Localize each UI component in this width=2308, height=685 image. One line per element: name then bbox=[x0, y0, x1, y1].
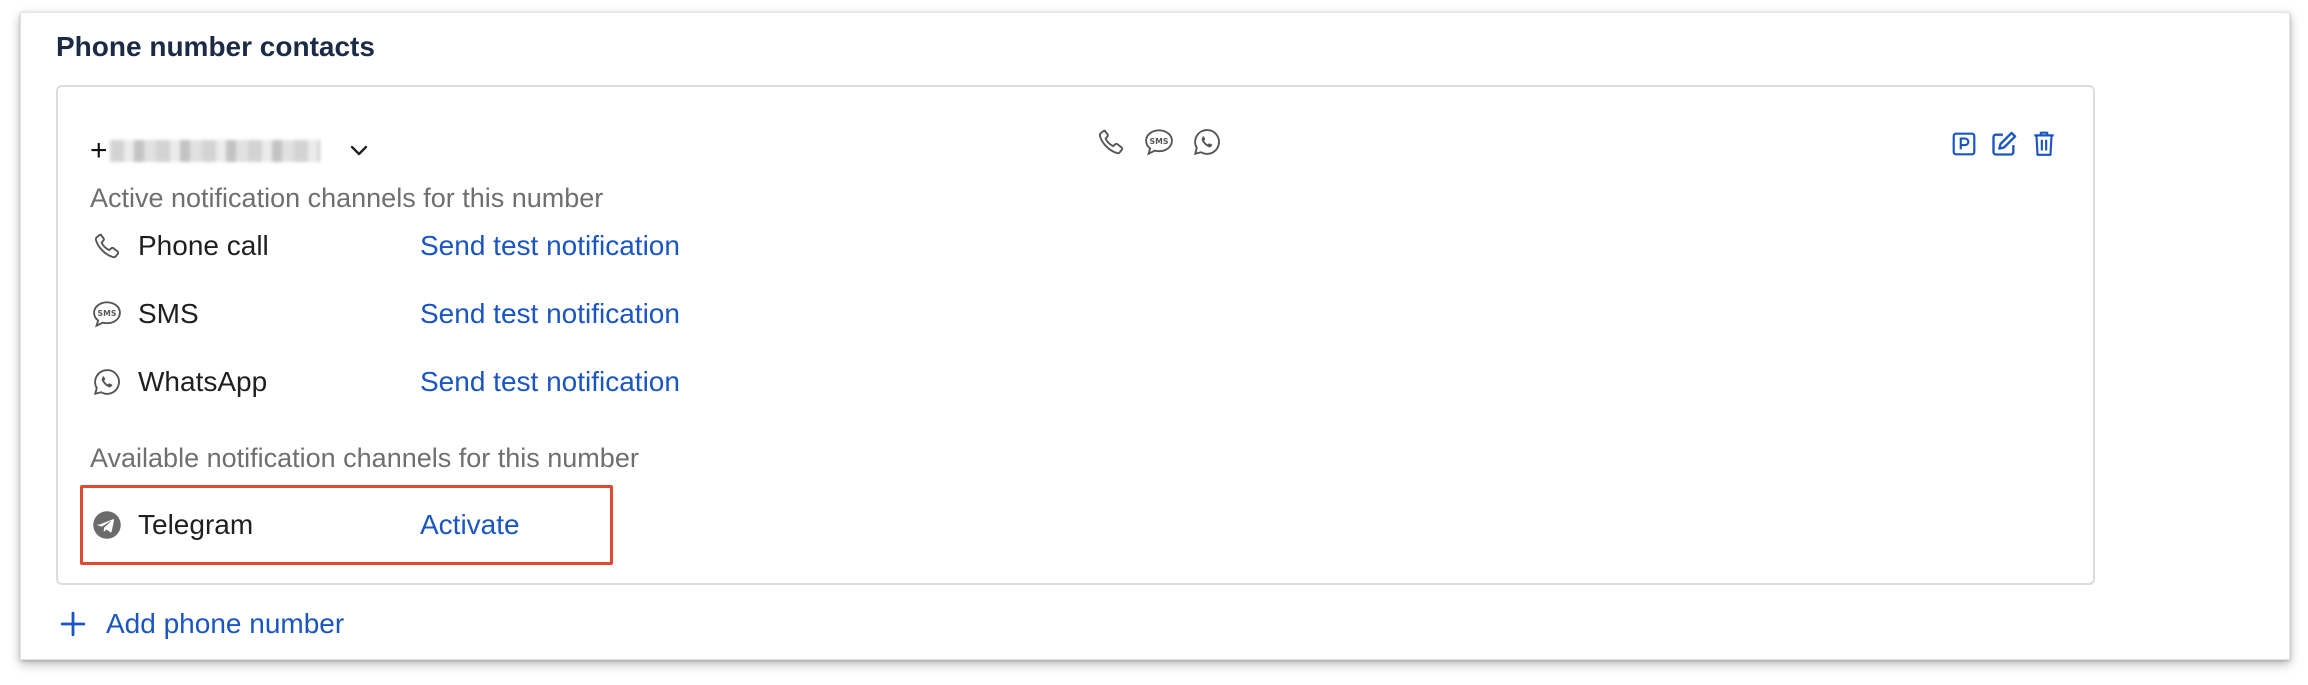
whatsapp-icon bbox=[1190, 125, 1224, 159]
channel-row-sms: SMS SMS Send test notification bbox=[90, 294, 680, 334]
channel-name: SMS bbox=[138, 298, 199, 329]
svg-text:SMS: SMS bbox=[1150, 137, 1169, 146]
redacted-phone-number bbox=[109, 140, 320, 162]
phone-prefix: + bbox=[90, 134, 108, 167]
add-phone-number-label: Add phone number bbox=[106, 608, 345, 639]
active-channels-heading: Active notification channels for this nu… bbox=[90, 183, 604, 213]
sms-icon: SMS bbox=[90, 297, 124, 331]
phone-icon bbox=[90, 229, 124, 263]
channel-name: WhatsApp bbox=[138, 366, 268, 397]
trash-icon[interactable] bbox=[2029, 129, 2059, 159]
channel-row-telegram: Telegram Activate bbox=[90, 485, 520, 565]
activate-link[interactable]: Activate bbox=[420, 509, 520, 541]
channel-row-whatsapp: WhatsApp Send test notification bbox=[90, 362, 680, 402]
telegram-icon bbox=[90, 508, 124, 542]
phone-number-row: + bbox=[90, 129, 370, 173]
phone-icon bbox=[1094, 125, 1128, 159]
svg-text:SMS: SMS bbox=[98, 309, 117, 318]
channel-name: Telegram bbox=[138, 509, 254, 540]
contacts-panel: Phone number contacts + SMS Active notif… bbox=[20, 12, 2290, 660]
sms-icon: SMS bbox=[1142, 125, 1176, 159]
edit-icon[interactable] bbox=[1989, 129, 2019, 159]
chevron-down-icon[interactable] bbox=[348, 140, 370, 162]
channel-row-phone-call: Phone call Send test notification bbox=[90, 226, 680, 266]
send-test-notification-link[interactable]: Send test notification bbox=[420, 230, 680, 262]
send-test-notification-link[interactable]: Send test notification bbox=[420, 366, 680, 398]
send-test-notification-link[interactable]: Send test notification bbox=[420, 298, 680, 330]
parking-icon[interactable] bbox=[1949, 129, 1979, 159]
contact-actions bbox=[1949, 129, 2059, 159]
whatsapp-icon bbox=[90, 365, 124, 399]
section-title: Phone number contacts bbox=[56, 31, 375, 62]
channel-summary-icons: SMS bbox=[1094, 125, 1224, 159]
available-channels-heading: Available notification channels for this… bbox=[90, 443, 639, 473]
plus-icon bbox=[58, 609, 88, 639]
channel-name: Phone call bbox=[138, 230, 269, 261]
phone-contact-card: + SMS Active notification channels for t… bbox=[56, 85, 2095, 585]
add-phone-number-button[interactable]: Add phone number bbox=[58, 608, 344, 640]
